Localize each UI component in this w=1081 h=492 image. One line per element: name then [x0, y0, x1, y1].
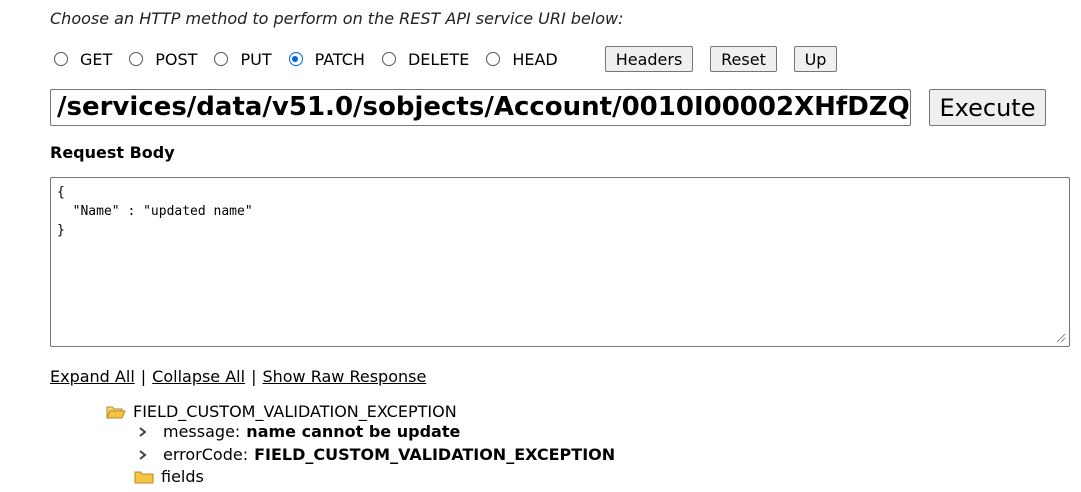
tree-item-value: FIELD_CUSTOM_VALIDATION_EXCEPTION	[254, 445, 616, 464]
method-put[interactable]: PUT	[214, 49, 272, 69]
radio-get[interactable]	[54, 52, 68, 66]
method-put-label: PUT	[240, 49, 272, 69]
method-head-label: HEAD	[512, 49, 558, 69]
method-get[interactable]: GET	[54, 50, 112, 69]
reset-button[interactable]: Reset	[710, 46, 777, 72]
tree-item-message: message: name cannot be update	[138, 422, 460, 441]
method-post[interactable]: POST	[129, 50, 197, 69]
open-folder-icon	[106, 406, 126, 418]
tree-folder-fields[interactable]: fields	[134, 467, 204, 486]
radio-patch[interactable]	[288, 52, 303, 66]
radio-head[interactable]	[486, 52, 501, 66]
tree-folder-label: fields	[161, 467, 204, 486]
method-patch-label: PATCH	[314, 49, 365, 69]
show-raw-response-link[interactable]: Show Raw Response	[262, 367, 426, 386]
uri-input[interactable]: /services/data/v51.0/sobjects/Account/00…	[50, 89, 911, 126]
execute-button[interactable]: Execute	[929, 89, 1046, 126]
up-button[interactable]: Up	[794, 46, 837, 72]
tree-item-errorcode: errorCode: FIELD_CUSTOM_VALIDATION_EXCEP…	[138, 445, 615, 464]
tree-root-node[interactable]: FIELD_CUSTOM_VALIDATION_EXCEPTION	[106, 402, 457, 421]
request-body-label: Request Body	[50, 143, 175, 162]
tree-item-key: message:	[163, 422, 241, 441]
radio-post[interactable]	[129, 52, 144, 66]
method-delete-label: DELETE	[407, 49, 470, 69]
response-links: Expand All | Collapse All | Show Raw Respons…	[50, 367, 426, 386]
expand-all-link[interactable]: Expand All	[50, 367, 135, 386]
method-post-label: POST	[155, 49, 198, 69]
bullet-arrow-icon	[139, 449, 147, 460]
tree-item-key: errorCode:	[163, 445, 249, 464]
collapse-all-link[interactable]: Collapse All	[152, 367, 245, 386]
method-selector: GET POST PUT PATCH DELETE HEAD	[54, 45, 558, 73]
resize-grip-icon[interactable]	[1056, 333, 1066, 343]
tree-item-value: name cannot be update	[246, 422, 461, 441]
method-get-label: GET	[80, 49, 113, 69]
folder-icon	[134, 471, 154, 483]
tree-root-label: FIELD_CUSTOM_VALIDATION_EXCEPTION	[133, 402, 457, 421]
instruction-text: Choose an HTTP method to perform on the …	[50, 9, 624, 28]
link-separator: |	[251, 367, 257, 386]
link-separator: |	[140, 367, 147, 386]
method-delete[interactable]: DELETE	[381, 49, 470, 69]
method-patch[interactable]: PATCH	[288, 49, 365, 69]
radio-delete[interactable]	[381, 52, 396, 66]
request-body-textarea[interactable]: { "Name" : "updated name" }	[50, 177, 1070, 347]
bullet-arrow-icon	[139, 426, 147, 437]
headers-button[interactable]: Headers	[605, 46, 693, 72]
method-head[interactable]: HEAD	[486, 49, 558, 69]
radio-put[interactable]	[214, 52, 229, 66]
